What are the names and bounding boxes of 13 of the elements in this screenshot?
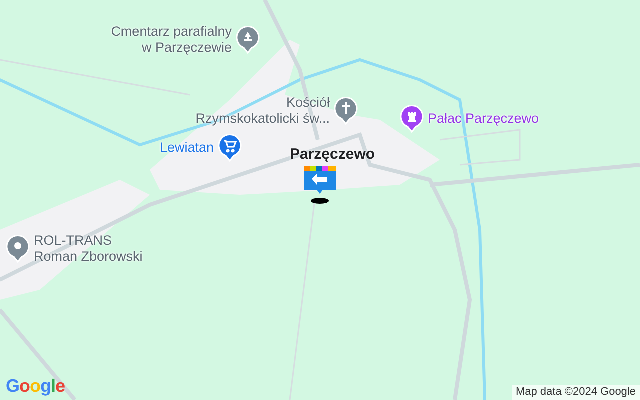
place-pin-icon[interactable]	[6, 235, 30, 263]
town-label: Parzęczewo	[290, 146, 376, 163]
map-attribution: Map data ©2024 Google	[512, 385, 640, 400]
cemetery-pin-icon[interactable]	[236, 26, 260, 54]
place-label[interactable]: Cmentarz parafialny w Parzęczewie	[111, 24, 232, 56]
shop-pin-icon[interactable]	[218, 134, 242, 162]
place-label[interactable]: Lewiatan	[160, 140, 214, 156]
map-marker-icon[interactable]	[304, 166, 336, 206]
place-label[interactable]: ROL-TRANS Roman Zborowski	[34, 233, 143, 265]
palace-pin-icon[interactable]	[400, 105, 424, 133]
google-logo: Google	[6, 376, 66, 397]
church-pin-icon[interactable]	[334, 97, 358, 125]
place-label[interactable]: Pałac Parzęczewo	[428, 111, 540, 127]
